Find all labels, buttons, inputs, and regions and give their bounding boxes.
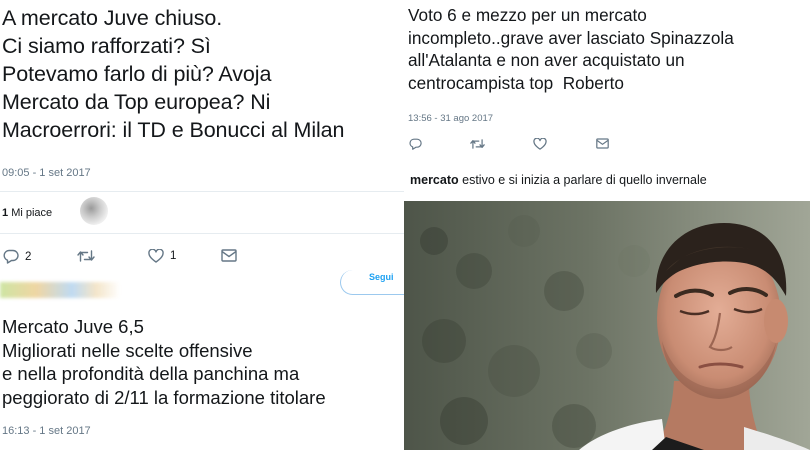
tweet3-text: Voto 6 e mezzo per un mercato incompleto… (408, 4, 734, 94)
divider (0, 191, 404, 192)
tweet3-timestamp[interactable]: 13:56 - 31 ago 2017 (408, 113, 493, 124)
heart-icon (148, 249, 164, 263)
reply-button[interactable] (409, 138, 422, 150)
left-column: A mercato Juve chiuso. Ci siamo rafforza… (0, 0, 404, 450)
blurred-user-header (0, 282, 120, 298)
message-icon (596, 138, 609, 149)
avatar[interactable] (80, 197, 108, 225)
player-photo (404, 201, 810, 450)
tweet3-line-2: incompleto..grave aver lasciato Spinazzo… (408, 27, 734, 48)
retweet-button[interactable] (470, 138, 485, 150)
tweet1-timestamp[interactable]: 09:05 - 1 set 2017 (2, 167, 91, 179)
message-button[interactable] (221, 249, 237, 262)
right-column: Voto 6 e mezzo per un mercato incompleto… (404, 0, 810, 450)
tweet1-line-5: Macroerrori: il TD e Bonucci al Milan (2, 118, 345, 142)
like-button[interactable] (533, 138, 547, 150)
tweet1-line-3: Potevamo farlo di più? Avoja (2, 62, 272, 86)
tweet1-line-1: A mercato Juve chiuso. (2, 6, 223, 30)
tweet3-line-4: centrocampista top Roberto (408, 72, 624, 93)
retweet-icon (77, 250, 95, 262)
reply-icon (409, 138, 422, 150)
message-icon (221, 249, 237, 262)
meme-caption: mercato estivo e si inizia a parlare di … (410, 173, 707, 187)
follow-button[interactable]: Segui (340, 270, 404, 295)
tweet1-line-2: Ci siamo rafforzati? Sì (2, 34, 211, 58)
caption-bold: mercato (410, 173, 459, 187)
tweet1-line-4: Mercato da Top europea? Ni (2, 90, 271, 114)
tweet3-line-3: all'Atalanta e non aver acquistato un (408, 50, 685, 70)
message-button[interactable] (596, 138, 609, 149)
tweet2-text: Mercato Juve 6,5 Migliorati nelle scelte… (2, 315, 326, 409)
tweet1-text: A mercato Juve chiuso. Ci siamo rafforza… (2, 4, 345, 144)
retweet-button[interactable] (77, 249, 95, 263)
divider (0, 233, 404, 234)
reply-icon (3, 249, 19, 264)
follow-label: Segui (369, 272, 394, 282)
likes-count: 1 (2, 207, 9, 219)
likes-summary[interactable]: 1 Mi piace (2, 207, 52, 219)
heart-icon (533, 138, 547, 150)
tweet2-line-3: e nella profondità della panchina ma (2, 363, 300, 384)
like-button[interactable]: 1 (148, 249, 176, 263)
tweet3-line-1: Voto 6 e mezzo per un mercato (408, 5, 647, 25)
tweet2-line-2: Migliorati nelle scelte offensive (2, 339, 253, 361)
tweet2-line-1: Mercato Juve 6,5 (2, 316, 144, 337)
tweet2-line-4: peggiorato di 2/11 la formazione titolar… (2, 386, 326, 408)
tweet2-timestamp[interactable]: 16:13 - 1 set 2017 (2, 425, 91, 437)
player-illustration (404, 201, 810, 450)
caption-text: estivo e si inizia a parlare di quello i… (458, 173, 707, 187)
reply-count: 2 (25, 250, 32, 263)
likes-label: Mi piace (11, 207, 53, 219)
like-count: 1 (170, 250, 177, 262)
retweet-icon (470, 139, 485, 149)
reply-button[interactable]: 2 (3, 249, 31, 264)
